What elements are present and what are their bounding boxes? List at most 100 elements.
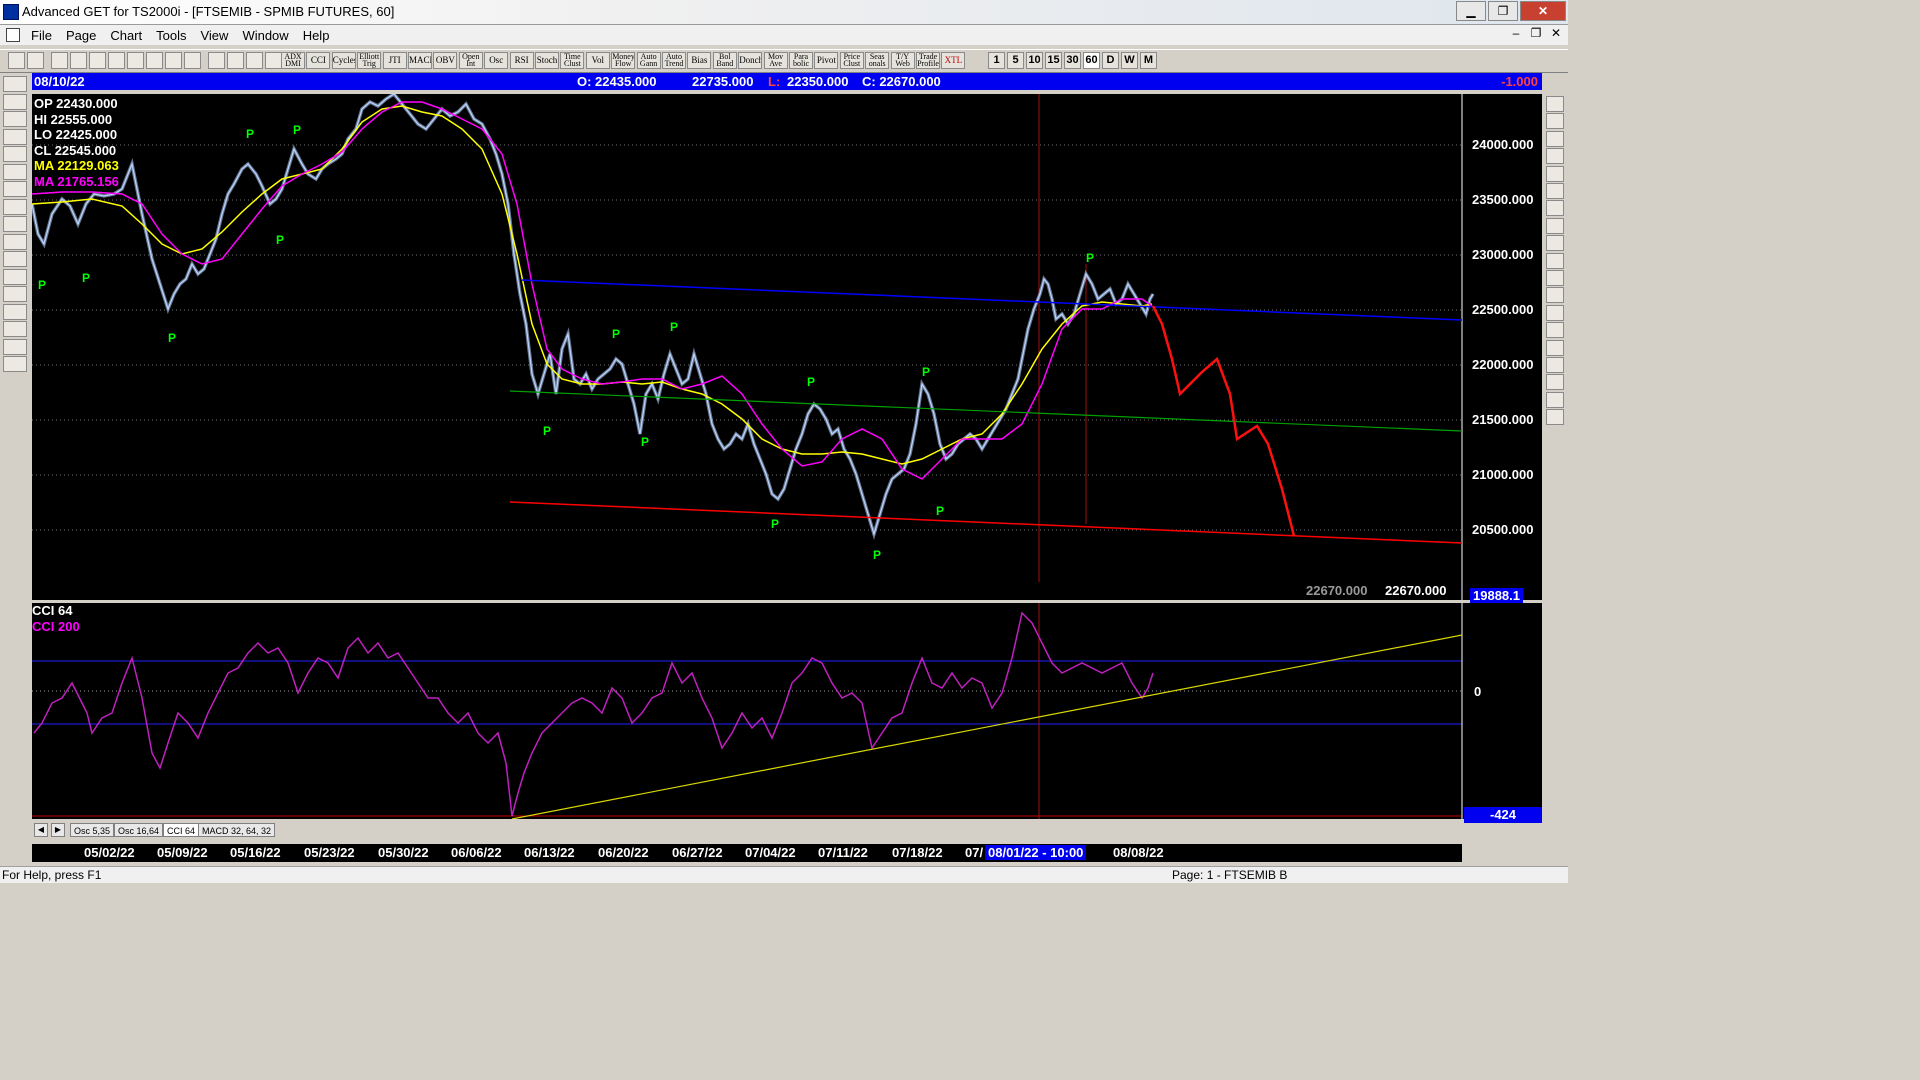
forward-icon[interactable]	[108, 52, 125, 69]
box-tool-icon[interactable]	[1546, 217, 1564, 234]
study-button-15[interactable]: Auto Trend	[662, 52, 686, 69]
study-button-20[interactable]: Para bolic	[789, 52, 813, 69]
pti-icon[interactable]	[1546, 270, 1564, 286]
close-button[interactable]: ✕	[1520, 1, 1566, 21]
gann-fan-icon[interactable]	[3, 303, 27, 320]
circle-icon[interactable]	[1546, 183, 1564, 199]
menu-tools[interactable]: Tools	[149, 28, 193, 43]
grid-tool-icon[interactable]	[1546, 287, 1564, 304]
magnet-icon[interactable]	[1546, 409, 1564, 426]
folder-icon[interactable]	[3, 76, 27, 92]
lines-icon[interactable]	[3, 286, 27, 302]
study-button-7[interactable]: Open Int	[458, 52, 483, 69]
arrow-down-icon[interactable]	[3, 181, 27, 197]
period-button-30[interactable]: 30	[1064, 52, 1081, 69]
cci-chart[interactable]	[32, 603, 1542, 819]
help-icon[interactable]	[265, 52, 282, 69]
menu-help[interactable]: Help	[296, 28, 337, 43]
price-chart-pane[interactable]: P P P P P P P P P P P P P P P P OP 22430.000 HI 22555.0…	[32, 94, 1542, 603]
zoom-icon[interactable]	[1546, 339, 1564, 356]
elliott-icon[interactable]	[3, 146, 27, 162]
study-button-22[interactable]: Price Clust	[839, 52, 864, 69]
fib-ext-icon[interactable]	[1546, 148, 1564, 165]
period-button-M[interactable]: M	[1140, 52, 1157, 69]
list-icon[interactable]	[1546, 374, 1564, 391]
new-icon[interactable]	[51, 52, 68, 69]
study-button-6[interactable]: OBV	[433, 52, 458, 69]
print-icon[interactable]	[208, 52, 225, 69]
period-button-15[interactable]: 15	[1045, 52, 1062, 69]
study-button-4[interactable]: JTI	[382, 52, 407, 69]
study-button-19[interactable]: Mov Ave	[763, 52, 788, 69]
period-button-W[interactable]: W	[1121, 52, 1138, 69]
gann-icon[interactable]	[3, 93, 27, 110]
tab-cci-64[interactable]: CCI 64	[163, 823, 200, 837]
text-icon[interactable]	[27, 52, 44, 69]
maximize-button[interactable]: ❐	[1488, 1, 1518, 21]
tab-osc-5-35[interactable]: Osc 5,35	[70, 823, 115, 837]
arrow-icon[interactable]	[1546, 200, 1564, 217]
study-button-21[interactable]: Pivot	[814, 52, 839, 69]
bars-icon[interactable]	[3, 233, 27, 250]
text-tool-icon[interactable]	[1546, 322, 1564, 339]
calc-icon[interactable]	[1546, 391, 1564, 408]
box-icon[interactable]	[3, 268, 27, 285]
study-button-24[interactable]: T/Y Web	[890, 52, 915, 69]
menu-page[interactable]: Page	[59, 28, 103, 43]
study-button-5[interactable]: MACD	[408, 52, 432, 69]
channel-icon[interactable]	[1546, 252, 1564, 269]
ellipse-icon[interactable]	[1546, 235, 1564, 252]
menu-window[interactable]: Window	[235, 28, 295, 43]
mdi-close-button[interactable]: ✕	[1548, 26, 1564, 40]
fib-time-icon[interactable]	[1546, 165, 1564, 182]
mdi-restore-button[interactable]: ❐	[1528, 26, 1544, 40]
cci-pane[interactable]: CCI 64 CCI 200 0 -424	[32, 603, 1542, 823]
arrow-right-icon[interactable]	[3, 216, 27, 232]
study-button-2[interactable]: Cycles	[331, 52, 356, 69]
study-button-23[interactable]: Seas onals	[865, 52, 890, 69]
reset-icon[interactable]	[3, 111, 27, 127]
study-button-17[interactable]: Bol Band	[712, 52, 737, 69]
study-button-8[interactable]: Osc	[484, 52, 509, 69]
period-button-60[interactable]: 60	[1083, 52, 1100, 69]
grid-icon[interactable]	[146, 52, 163, 69]
trendline-icon[interactable]	[1546, 96, 1564, 112]
open-icon[interactable]	[70, 52, 87, 69]
study-button-16[interactable]: Bias	[687, 52, 712, 69]
period-button-10[interactable]: 10	[1026, 52, 1043, 69]
study-button-26[interactable]: XTL	[941, 52, 966, 69]
study-button-13[interactable]: Money Flow	[611, 52, 636, 69]
menu-file[interactable]: File	[24, 28, 59, 43]
stop-icon[interactable]	[165, 52, 182, 69]
menu-view[interactable]: View	[193, 28, 235, 43]
back-icon[interactable]	[89, 52, 106, 69]
info-icon[interactable]	[246, 52, 263, 69]
save-icon[interactable]	[3, 356, 27, 372]
study-button-11[interactable]: Time Clust	[560, 52, 585, 69]
period-button-1[interactable]: 1	[988, 52, 1005, 69]
study-button-14[interactable]: Auto Gann	[636, 52, 661, 69]
tab-scroll-right[interactable]: ▶	[51, 823, 65, 837]
tab-scroll-left[interactable]: ◀	[34, 823, 48, 837]
study-button-12[interactable]: Vol	[585, 52, 610, 69]
study-button-9[interactable]: RSI	[509, 52, 534, 69]
minimize-button[interactable]: ▁	[1456, 1, 1486, 21]
arrow-up-icon[interactable]	[3, 163, 27, 180]
cross-icon[interactable]	[3, 338, 27, 355]
preview-icon[interactable]	[227, 52, 244, 69]
tab-osc-16-64[interactable]: Osc 16,64	[114, 823, 164, 837]
study-button-10[interactable]: Stoch	[535, 52, 559, 69]
tab-macd[interactable]: MACD 32, 64, 32	[198, 823, 276, 837]
period-button-D[interactable]: D	[1102, 52, 1119, 69]
study-button-25[interactable]: Trade Profile	[916, 52, 940, 69]
study-button-3[interactable]: Elliott Trig	[357, 52, 382, 69]
study-button-18[interactable]: Donch	[738, 52, 763, 69]
mdi-minimize-button[interactable]: –	[1508, 26, 1524, 40]
refresh-icon[interactable]	[127, 52, 144, 69]
pointer-icon[interactable]	[8, 52, 25, 69]
price-chart[interactable]: P P P P P P P P P P P P P P P P	[32, 94, 1542, 600]
mob-icon[interactable]	[1546, 304, 1564, 321]
pencil-icon[interactable]	[1546, 113, 1564, 130]
arrow-left-icon[interactable]	[3, 198, 27, 215]
chart-icon[interactable]	[184, 52, 201, 69]
